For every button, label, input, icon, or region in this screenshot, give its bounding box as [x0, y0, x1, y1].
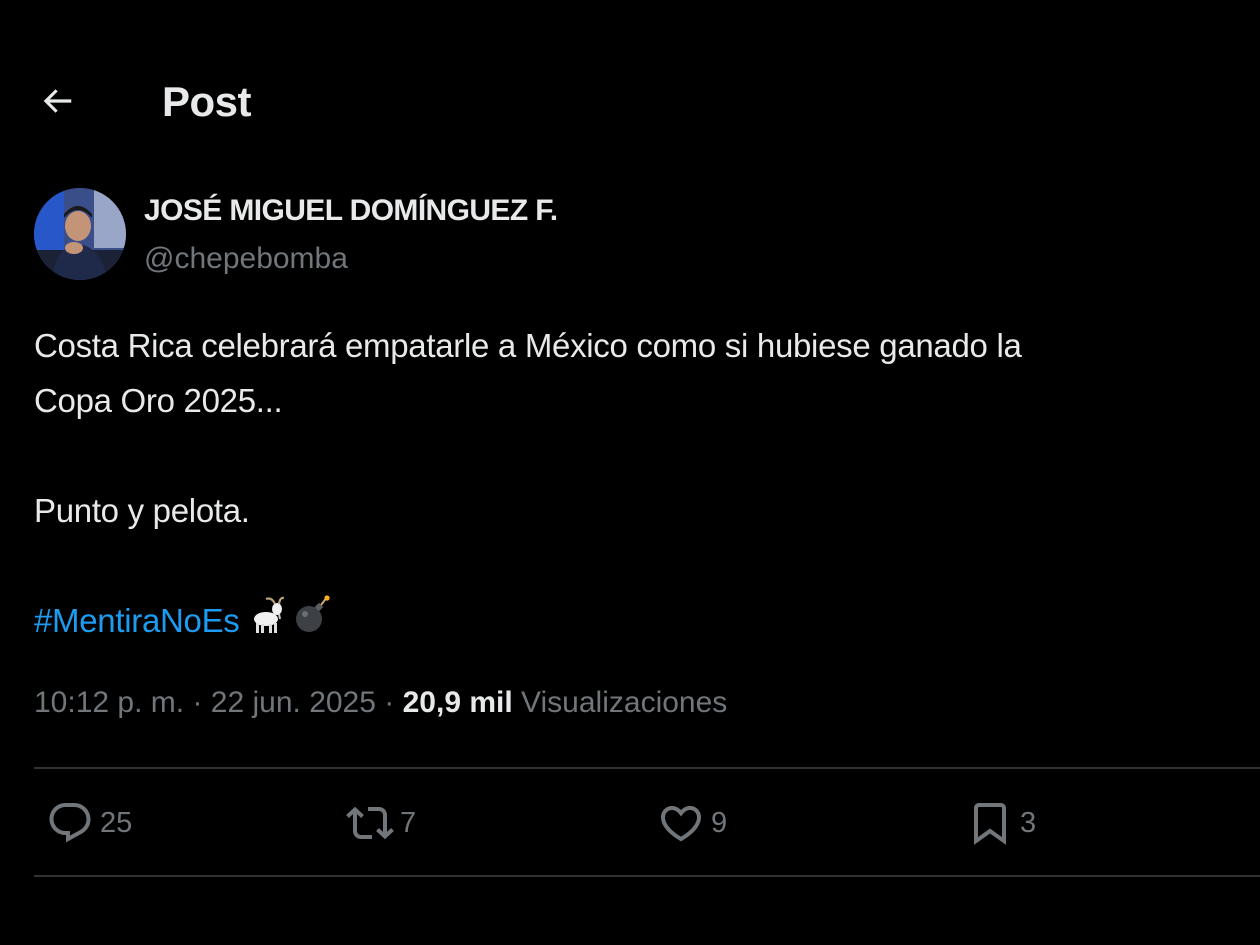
- like-count: 9: [711, 806, 728, 839]
- divider: [34, 767, 1260, 769]
- bookmark-icon: [966, 799, 1014, 847]
- bomb-emoji: [292, 595, 332, 651]
- heart-icon: [657, 799, 705, 847]
- repost-button[interactable]: 7: [346, 798, 416, 848]
- views-label: Visualizaciones: [521, 686, 728, 719]
- meta-separator: ·: [192, 686, 203, 719]
- back-button[interactable]: [34, 80, 80, 126]
- post-text-line: Punto y pelota.: [34, 492, 250, 529]
- post-body: Costa Rica celebrará empatarle a México …: [34, 318, 1260, 651]
- repost-count: 7: [400, 806, 417, 839]
- hashtag-link[interactable]: #MentiraNoEs: [34, 602, 240, 639]
- author-name[interactable]: JOSÉ MIGUEL DOMÍNGUEZ F.: [144, 194, 558, 228]
- reply-count: 25: [100, 806, 133, 839]
- post-hashtag-line: #MentiraNoEs: [34, 593, 1260, 651]
- post-text-line: Costa Rica celebrará empatarle a México …: [34, 327, 1022, 364]
- post-meta: 10:12 p. m. · 22 jun. 2025 · 20,9 mil Vi…: [34, 686, 727, 720]
- arrow-left-icon: [38, 82, 76, 125]
- header-bar: Post: [0, 70, 1260, 134]
- avatar[interactable]: [34, 188, 126, 280]
- reply-button[interactable]: 25: [46, 798, 132, 848]
- goat-emoji: [246, 595, 286, 651]
- reply-icon: [46, 799, 94, 847]
- page-title: Post: [162, 78, 252, 125]
- post-author: JOSÉ MIGUEL DOMÍNGUEZ F. @chepebomba: [34, 188, 1234, 283]
- bookmark-button[interactable]: 3: [966, 798, 1036, 848]
- divider: [34, 875, 1260, 877]
- meta-separator: ·: [384, 686, 395, 719]
- bookmark-count: 3: [1020, 806, 1037, 839]
- repost-icon: [346, 799, 394, 847]
- like-button[interactable]: 9: [657, 798, 727, 848]
- post-actions: 25 7 9 3: [34, 770, 1260, 876]
- profile-photo: [34, 188, 126, 280]
- post-time[interactable]: 10:12 p. m.: [34, 686, 184, 719]
- views-count[interactable]: 20,9 mil: [403, 686, 513, 719]
- post-text-line: Copa Oro 2025...: [34, 382, 283, 419]
- post-date[interactable]: 22 jun. 2025: [211, 686, 376, 719]
- author-handle[interactable]: @chepebomba: [144, 242, 348, 276]
